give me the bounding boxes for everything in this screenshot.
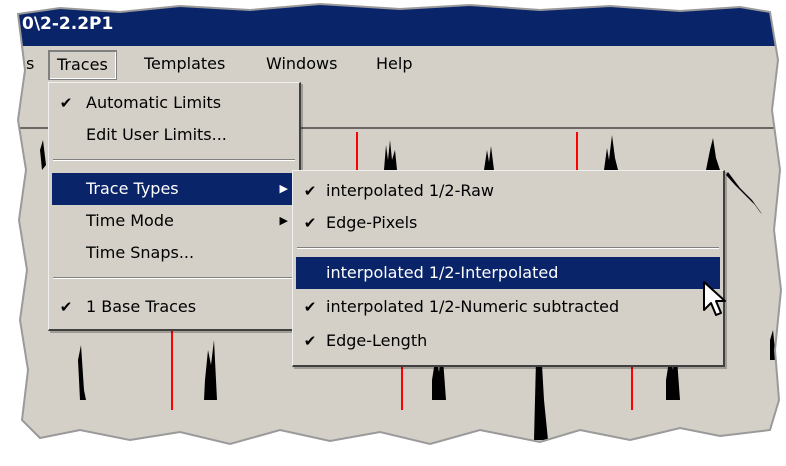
check-icon: ✔	[303, 332, 317, 350]
menu-help[interactable]: Help	[368, 50, 420, 78]
submenu-item-raw[interactable]: ✔ interpolated 1/2-Raw	[296, 175, 720, 207]
menu-separator	[297, 247, 719, 249]
menu-item-automatic-limits[interactable]: ✔ Automatic Limits	[52, 87, 296, 119]
submenu-item-numeric-subtracted[interactable]: ✔ interpolated 1/2-Numeric subtracted	[296, 291, 720, 323]
menu-windows[interactable]: Windows	[258, 50, 345, 78]
menu-partial[interactable]: s	[18, 50, 42, 78]
trace-types-submenu: ✔ interpolated 1/2-Raw ✔ Edge-Pixels int…	[292, 170, 725, 367]
menu-item-time-mode[interactable]: Time Mode ▶	[52, 205, 296, 237]
submenu-arrow-icon: ▶	[279, 182, 288, 195]
mouse-pointer-icon	[703, 281, 726, 316]
submenu-item-edge-pixels[interactable]: ✔ Edge-Pixels	[296, 207, 720, 239]
menu-templates[interactable]: Templates	[136, 50, 233, 78]
traces-menu: ✔ Automatic Limits Edit User Limits... T…	[48, 82, 301, 331]
check-icon: ✔	[59, 94, 73, 112]
check-icon: ✔	[303, 182, 317, 200]
menu-item-time-snaps[interactable]: Time Snaps...	[52, 237, 296, 269]
title-bar	[18, 4, 781, 46]
menu-traces[interactable]: Traces	[48, 50, 117, 80]
submenu-item-interpolated[interactable]: interpolated 1/2-Interpolated	[296, 257, 720, 289]
check-icon: ✔	[59, 298, 73, 316]
submenu-item-edge-length[interactable]: ✔ Edge-Length	[296, 325, 720, 357]
screenshot-frame: 0\2-2.2P1 s Traces Templates Windows Hel…	[0, 0, 786, 466]
menu-item-trace-types[interactable]: Trace Types ▶	[52, 173, 296, 205]
submenu-arrow-icon: ▶	[279, 214, 288, 227]
window-title: 0\2-2.2P1	[22, 14, 114, 34]
menu-item-base-traces[interactable]: ✔ 1 Base Traces	[52, 291, 296, 323]
menu-separator	[53, 277, 295, 279]
menu-item-edit-user-limits[interactable]: Edit User Limits...	[52, 119, 296, 151]
check-icon: ✔	[303, 214, 317, 232]
menu-bar: s Traces Templates Windows Help	[18, 48, 778, 80]
menu-separator	[53, 159, 295, 161]
check-icon: ✔	[303, 298, 317, 316]
